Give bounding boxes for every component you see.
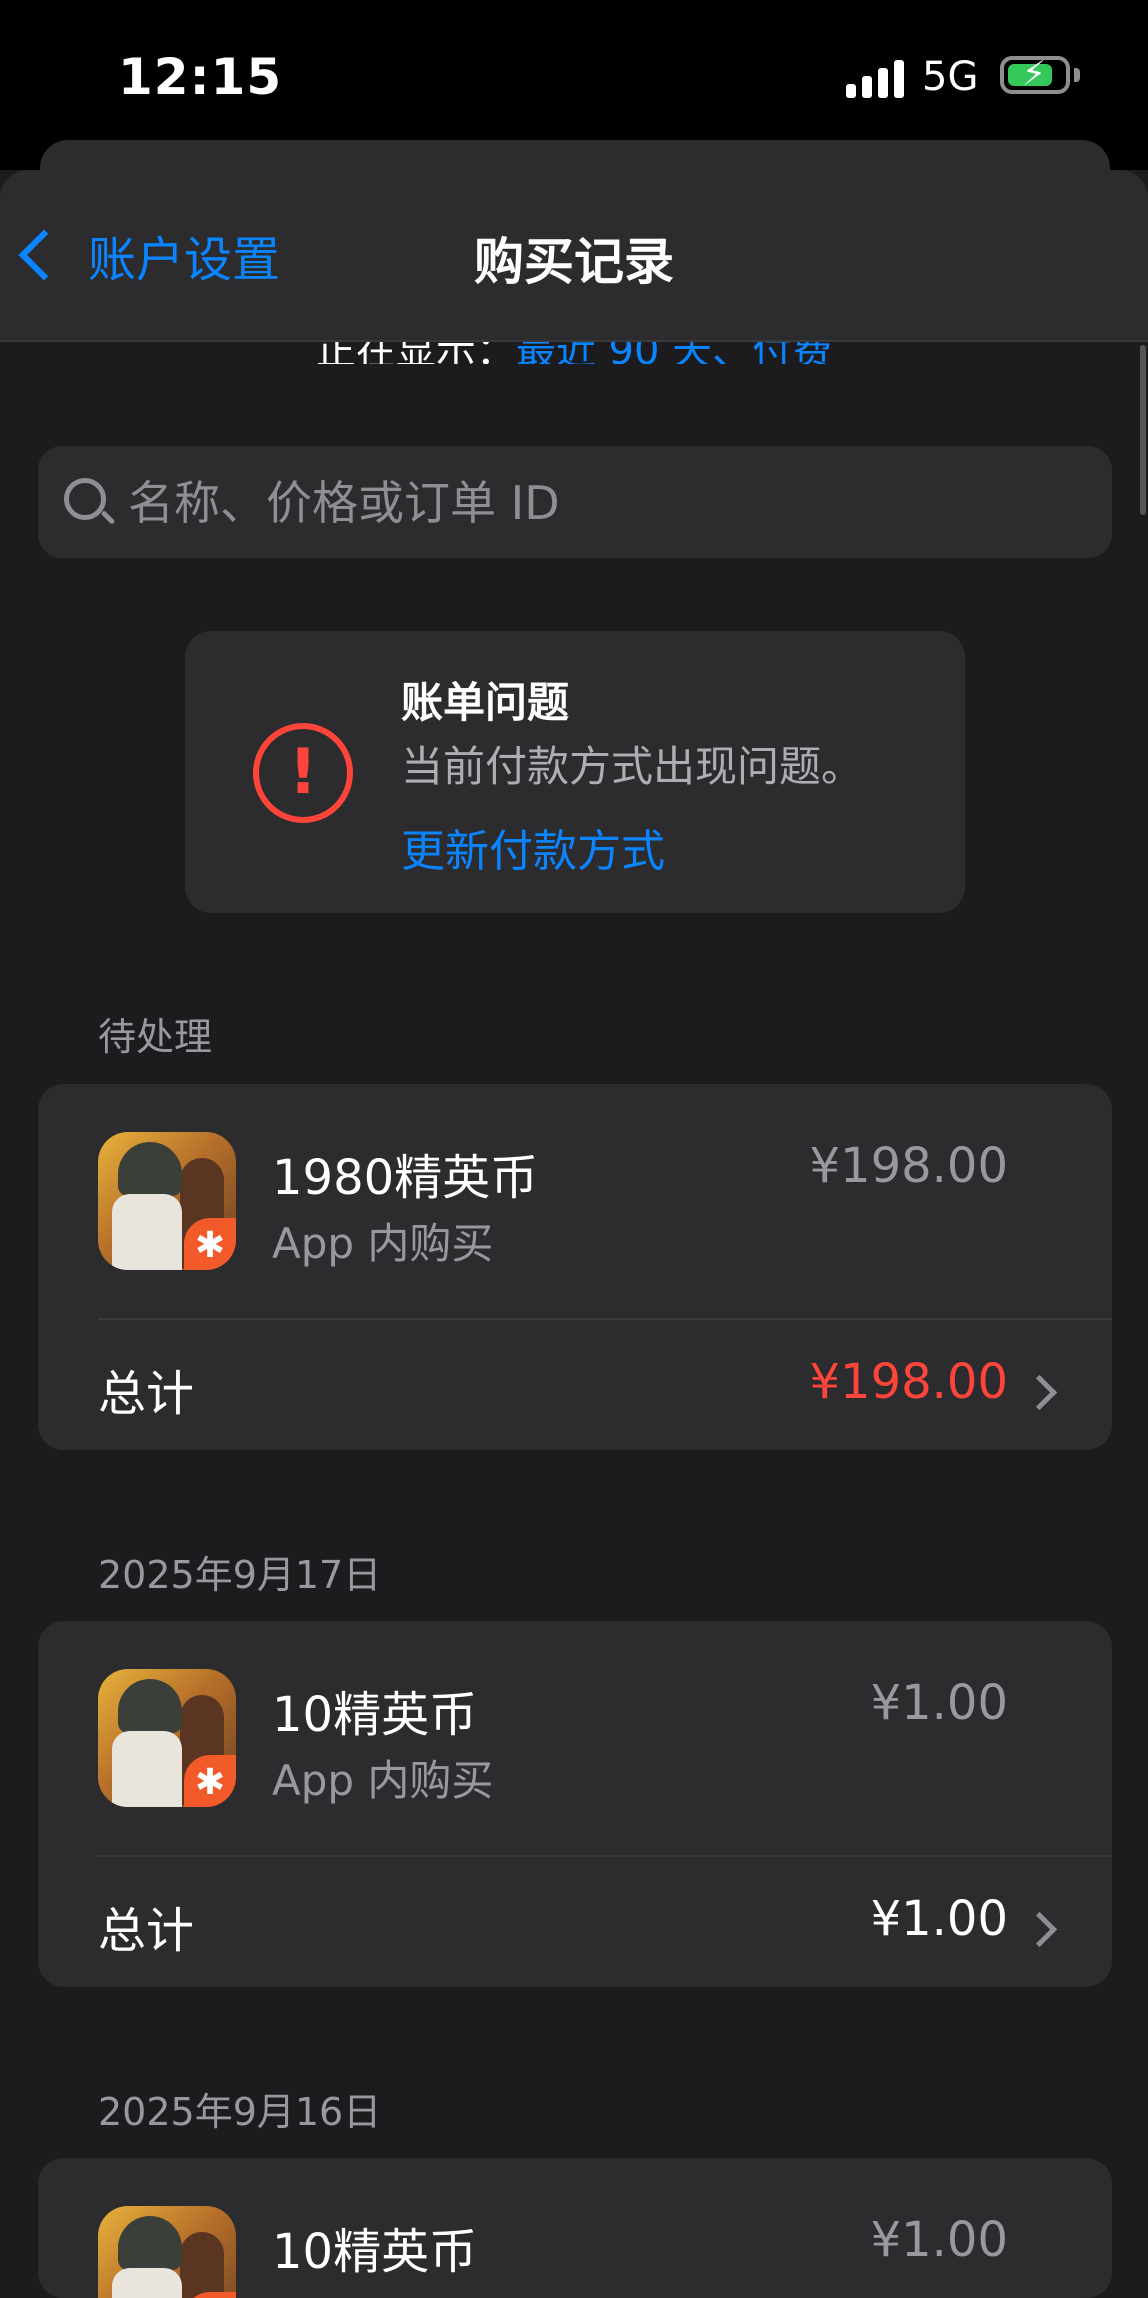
search-icon — [64, 478, 106, 520]
item-name: 1980精英币 — [272, 1150, 539, 1206]
navigation-bar: 账户设置 购买记录 — [0, 170, 1148, 342]
divider — [98, 1318, 1112, 1320]
search-input[interactable] — [126, 472, 1030, 534]
item-price: ¥1.00 — [870, 1675, 1008, 1731]
total-label: 总计 — [98, 1366, 195, 1422]
battery-tip — [1074, 68, 1080, 82]
item-type: App 内购买 — [272, 1756, 494, 1805]
update-payment-link[interactable]: 更新付款方式 — [401, 815, 665, 879]
total-label: 总计 — [98, 1903, 195, 1959]
search-bar[interactable] — [38, 446, 1112, 558]
purchase-card: ✱ 10精英币 ¥1.00 — [38, 2158, 1112, 2298]
item-price: ¥198.00 — [809, 1138, 1009, 1194]
alert-message: 当前付款方式出现问题。 — [401, 742, 864, 791]
total-value[interactable]: ¥198.00 — [810, 1354, 1009, 1410]
alert-title: 账单问题 — [401, 678, 570, 727]
app-icon: ✱ — [98, 1669, 236, 1807]
status-time: 12:15 — [118, 48, 283, 106]
section-header-date: 2025年9月17日 — [98, 1553, 382, 1597]
section-header-date: 2025年9月16日 — [98, 2090, 382, 2134]
cellular-signal-icon — [846, 58, 906, 98]
chevron-right-icon[interactable] — [1021, 1911, 1058, 1948]
page-title: 购买记录 — [474, 233, 674, 291]
battery-charging-icon: ⚡ — [1000, 54, 1070, 94]
app-icon: ✱ — [98, 1132, 236, 1270]
section-header-pending: 待处理 — [98, 1015, 213, 1059]
item-name: 10精英币 — [272, 1687, 478, 1743]
exclamation-circle-icon: ! — [253, 723, 353, 823]
item-name: 10精英币 — [272, 2224, 478, 2280]
divider — [98, 1855, 1112, 1857]
scroll-indicator[interactable] — [1140, 345, 1146, 515]
app-icon: ✱ — [98, 2206, 236, 2298]
network-type: 5G — [922, 54, 979, 100]
chevron-right-icon[interactable] — [1021, 1374, 1058, 1411]
billing-alert-card: ! 账单问题 当前付款方式出现问题。 更新付款方式 — [185, 631, 965, 913]
purchase-card: ✱ 10精英币 App 内购买 ¥1.00 总计 ¥1.00 — [38, 1621, 1112, 1987]
total-value[interactable]: ¥1.00 — [871, 1891, 1008, 1947]
item-price: ¥1.00 — [870, 2212, 1008, 2268]
purchase-card-pending: ✱ 1980精英币 App 内购买 ¥198.00 总计 ¥198.00 — [38, 1084, 1112, 1450]
item-type: App 内购买 — [272, 1219, 494, 1268]
